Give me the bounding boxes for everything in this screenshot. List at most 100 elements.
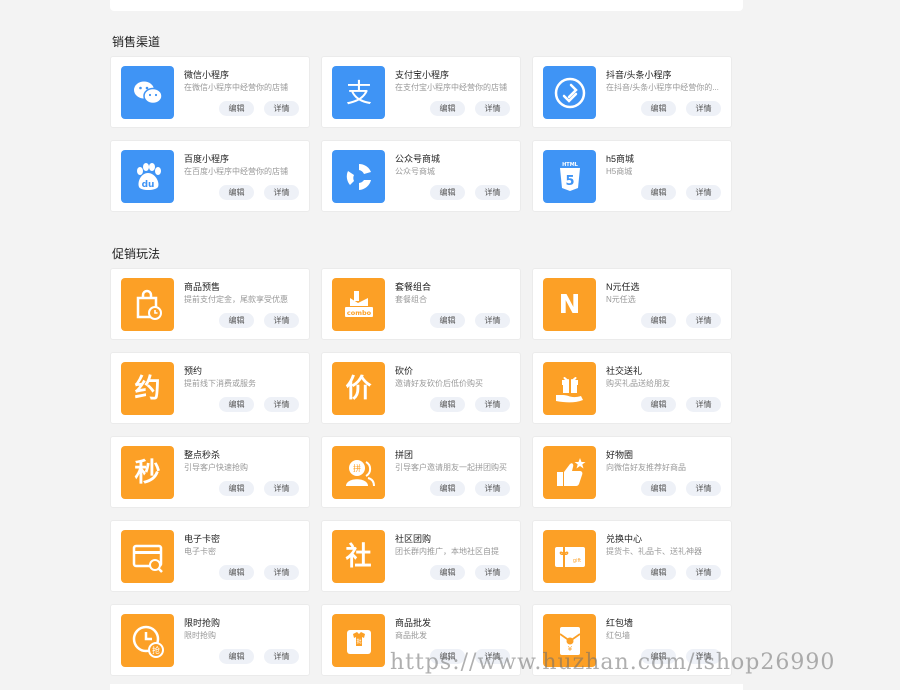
edit-button[interactable]: 编辑 bbox=[219, 565, 254, 580]
edit-button[interactable]: 编辑 bbox=[641, 185, 676, 200]
svg-text:du: du bbox=[141, 180, 154, 190]
feature-card[interactable]: 电子卡密 电子卡密 编辑 详情 bbox=[110, 520, 310, 592]
card-title: 微信小程序 bbox=[184, 70, 230, 80]
card-description: 引导客户快速抢购 bbox=[184, 463, 248, 472]
feature-card[interactable]: 社交送礼 购买礼品送给朋友 编辑 详情 bbox=[532, 352, 732, 424]
feature-card[interactable]: 约 预约 提前线下消费或服务 编辑 详情 bbox=[110, 352, 310, 424]
detail-button[interactable]: 详情 bbox=[264, 313, 299, 328]
edit-button[interactable]: 编辑 bbox=[219, 397, 254, 412]
icon-glyph: 约 bbox=[134, 373, 161, 404]
svg-text:支: 支 bbox=[345, 79, 371, 109]
card-description: 商品批发 bbox=[395, 631, 427, 640]
edit-button[interactable]: 编辑 bbox=[430, 185, 465, 200]
feature-card[interactable]: N N元任选 N元任选 编辑 详情 bbox=[532, 268, 732, 340]
svg-text:拼: 拼 bbox=[353, 463, 361, 473]
group-buy-icon: 拼 bbox=[332, 446, 385, 499]
presale-bag-icon bbox=[121, 278, 174, 331]
card-description: 引导客户邀请朋友一起拼团购买 bbox=[395, 463, 507, 472]
card-description: 团长群内推广，本地社区自提 bbox=[395, 547, 499, 556]
card-title: 百度小程序 bbox=[184, 154, 230, 164]
edit-button[interactable]: 编辑 bbox=[641, 313, 676, 328]
card-description: 邀请好友砍价后低价购买 bbox=[395, 379, 483, 388]
edit-button[interactable]: 编辑 bbox=[641, 397, 676, 412]
detail-button[interactable]: 详情 bbox=[686, 101, 721, 116]
card-description: 提货卡、礼品卡、送礼神器 bbox=[606, 547, 702, 556]
detail-button[interactable]: 详情 bbox=[686, 565, 721, 580]
detail-button[interactable]: 详情 bbox=[475, 565, 510, 580]
icon-glyph: N bbox=[558, 289, 581, 320]
card-title: 社区团购 bbox=[395, 534, 432, 544]
feature-card[interactable]: HTML 5 h5商城 H5商城 编辑 详情 bbox=[532, 140, 732, 212]
card-title: 支付宝小程序 bbox=[395, 70, 450, 80]
edit-button[interactable]: 编辑 bbox=[219, 649, 254, 664]
edit-button[interactable]: 编辑 bbox=[219, 185, 254, 200]
card-title: 商品预售 bbox=[184, 282, 221, 292]
feature-card[interactable]: du 百度小程序 在百度小程序中经营你的店铺 编辑 详情 bbox=[110, 140, 310, 212]
detail-button[interactable]: 详情 bbox=[475, 397, 510, 412]
feature-card[interactable]: 商品预售 提前支付定金，尾款享受优惠 编辑 详情 bbox=[110, 268, 310, 340]
card-title: 拼团 bbox=[395, 450, 414, 460]
feature-card[interactable]: combo 套餐组合 套餐组合 编辑 详情 bbox=[321, 268, 521, 340]
edit-button[interactable]: 编辑 bbox=[219, 481, 254, 496]
feature-card[interactable]: 抢限时抢购 限时抢购 编辑 详情 bbox=[110, 604, 310, 676]
feature-card[interactable]: gift 兑换中心 提货卡、礼品卡、送礼神器 编辑 详情 bbox=[532, 520, 732, 592]
detail-button[interactable]: 详情 bbox=[686, 185, 721, 200]
card-description: 在抖音/头条小程序中经营你的... bbox=[606, 83, 719, 92]
icon-glyph: 社 bbox=[345, 541, 372, 572]
card-description: 套餐组合 bbox=[395, 295, 427, 304]
detail-button[interactable]: 详情 bbox=[264, 397, 299, 412]
card-description: 购买礼品送给朋友 bbox=[606, 379, 670, 388]
card-description: 提前线下消费或服务 bbox=[184, 379, 256, 388]
feature-card[interactable]: 微信小程序在微信小程序中经营你的店铺编辑 详情 bbox=[110, 56, 310, 128]
edit-button[interactable]: 编辑 bbox=[430, 565, 465, 580]
svg-text:combo: combo bbox=[346, 309, 371, 317]
card-title: 限时抢购 bbox=[184, 618, 221, 628]
feature-card[interactable]: 抖音/头条小程序 在抖音/头条小程序中经营你的... 编辑 详情 bbox=[532, 56, 732, 128]
edit-button[interactable]: 编辑 bbox=[219, 313, 254, 328]
card-description: 向微信好友推荐好商品 bbox=[606, 463, 686, 472]
card-title: 套餐组合 bbox=[395, 282, 432, 292]
card-description: N元任选 bbox=[606, 295, 636, 304]
community-bag-icon: 社 bbox=[332, 530, 385, 583]
bargain-icon: 价 bbox=[332, 362, 385, 415]
feature-card[interactable]: 价 砍价 邀请好友砍价后低价购买 编辑 详情 bbox=[321, 352, 521, 424]
html5-icon: HTML 5 bbox=[543, 150, 596, 203]
edit-button[interactable]: 编辑 bbox=[641, 481, 676, 496]
detail-button[interactable]: 详情 bbox=[264, 101, 299, 116]
clock-grab-icon: 抢 bbox=[121, 614, 174, 667]
card-title: 整点秒杀 bbox=[184, 450, 221, 460]
feature-card[interactable]: 好物圈向微信好友推荐好商品编辑 详情 bbox=[532, 436, 732, 508]
detail-button[interactable]: 详情 bbox=[475, 101, 510, 116]
detail-button[interactable]: 详情 bbox=[686, 481, 721, 496]
edit-button[interactable]: 编辑 bbox=[430, 101, 465, 116]
edit-button[interactable]: 编辑 bbox=[219, 101, 254, 116]
card-description: 公众号商城 bbox=[395, 167, 435, 176]
detail-button[interactable]: 详情 bbox=[264, 185, 299, 200]
feature-card[interactable]: 拼 拼团引导客户邀请朋友一起拼团购买编辑 详情 bbox=[321, 436, 521, 508]
detail-button[interactable]: 详情 bbox=[264, 649, 299, 664]
detail-button[interactable]: 详情 bbox=[475, 481, 510, 496]
feature-card[interactable]: 社 社区团购团长群内推广，本地社区自提编辑 详情 bbox=[321, 520, 521, 592]
card-title: 好物圈 bbox=[606, 450, 634, 460]
feature-card[interactable]: 秒 整点秒杀引导客户快速抢购编辑 详情 bbox=[110, 436, 310, 508]
detail-button[interactable]: 详情 bbox=[475, 185, 510, 200]
feature-card[interactable]: 支 支付宝小程序 在支付宝小程序中经营你的店铺 编辑 详情 bbox=[321, 56, 521, 128]
wechat-icon bbox=[121, 66, 174, 119]
edit-button[interactable]: 编辑 bbox=[430, 313, 465, 328]
card-description: 在微信小程序中经营你的店铺 bbox=[184, 83, 288, 92]
edit-button[interactable]: 编辑 bbox=[641, 101, 676, 116]
detail-button[interactable]: 详情 bbox=[264, 565, 299, 580]
icon-glyph: 秒 bbox=[134, 457, 161, 488]
combo-icon: combo bbox=[332, 278, 385, 331]
feature-card[interactable]: 公众号商城 公众号商城 编辑 详情 bbox=[321, 140, 521, 212]
detail-button[interactable]: 详情 bbox=[686, 313, 721, 328]
svg-text:批: 批 bbox=[356, 638, 361, 645]
detail-button[interactable]: 详情 bbox=[264, 481, 299, 496]
edit-button[interactable]: 编辑 bbox=[430, 481, 465, 496]
detail-button[interactable]: 详情 bbox=[686, 397, 721, 412]
section-title-sales-channels: 销售渠道 bbox=[112, 35, 161, 49]
edit-button[interactable]: 编辑 bbox=[430, 397, 465, 412]
edit-button[interactable]: 编辑 bbox=[641, 565, 676, 580]
svg-text:抢: 抢 bbox=[152, 645, 160, 655]
detail-button[interactable]: 详情 bbox=[475, 313, 510, 328]
